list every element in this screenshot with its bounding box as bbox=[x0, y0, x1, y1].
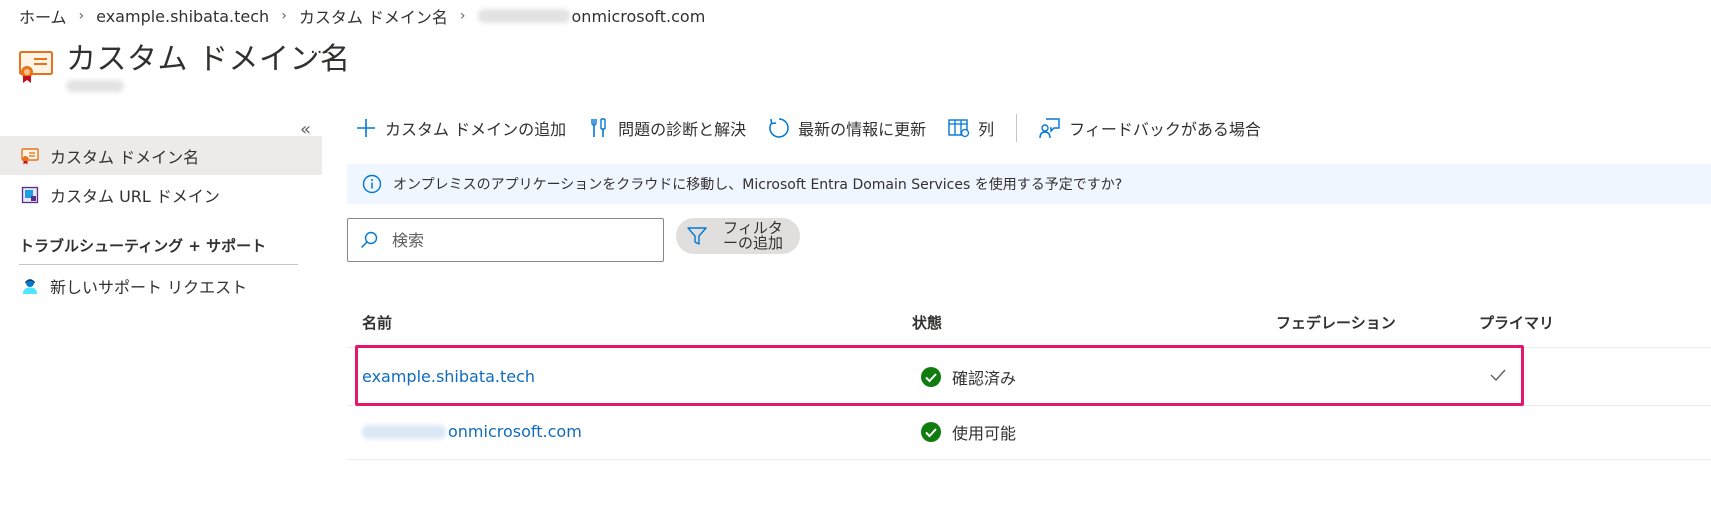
page-title: カスタム ドメイン名 bbox=[66, 42, 351, 77]
status-text: 使用可能 bbox=[952, 424, 1017, 443]
toolbar-divider bbox=[1016, 114, 1018, 142]
info-icon bbox=[361, 173, 383, 195]
domain-name-link[interactable]: onmicrosoft.com bbox=[362, 422, 582, 441]
sidebar-nav-support: 新しいサポート リクエスト bbox=[0, 266, 322, 305]
sidebar-item-new-support-request[interactable]: 新しいサポート リクエスト bbox=[0, 266, 322, 305]
support-person-icon bbox=[20, 276, 40, 296]
sidebar-item-custom-domain-names[interactable]: カスタム ドメイン名 bbox=[0, 136, 322, 175]
command-bar: カスタム ドメインの追加 問題の診断と解決 最新の情報に更新 列 フィードバック… bbox=[355, 110, 1283, 146]
wrench-icon bbox=[588, 117, 610, 139]
redacted-text bbox=[477, 9, 570, 23]
more-options-button[interactable]: ··· bbox=[310, 42, 330, 63]
breadcrumb-domain[interactable]: example.shibata.tech bbox=[96, 7, 269, 26]
certificate-icon bbox=[20, 146, 40, 166]
add-custom-domain-label: カスタム ドメインの追加 bbox=[385, 120, 567, 139]
table-row-divider bbox=[347, 459, 1711, 460]
search-icon bbox=[360, 231, 378, 249]
breadcrumb-separator-icon: › bbox=[78, 8, 85, 24]
sidebar-nav: カスタム ドメイン名 カスタム URL ドメイン bbox=[0, 136, 322, 214]
sidebar-item-label: カスタム ドメイン名 bbox=[50, 147, 200, 167]
column-header-status[interactable]: 状態 bbox=[912, 312, 942, 333]
redacted-subtitle bbox=[66, 80, 124, 92]
sidebar-item-label: 新しいサポート リクエスト bbox=[50, 277, 248, 297]
sidebar-section-troubleshooting: トラブルシューティング + サポート bbox=[19, 237, 267, 255]
add-custom-domain-button[interactable]: カスタム ドメインの追加 bbox=[355, 116, 566, 140]
breadcrumb-separator-icon: › bbox=[459, 8, 466, 24]
feedback-button[interactable]: フィードバックがある場合 bbox=[1039, 116, 1261, 140]
refresh-button[interactable]: 最新の情報に更新 bbox=[768, 116, 926, 140]
domain-name-suffix: onmicrosoft.com bbox=[448, 422, 582, 441]
columns-icon bbox=[948, 117, 970, 139]
column-header-name[interactable]: 名前 bbox=[362, 312, 392, 333]
url-domain-icon bbox=[20, 185, 40, 205]
info-banner-text: オンプレミスのアプリケーションをクラウドに移動し、Microsoft Entra… bbox=[393, 177, 1123, 193]
filter-icon bbox=[686, 225, 708, 247]
breadcrumb-custom-domain-names[interactable]: カスタム ドメイン名 bbox=[299, 4, 448, 28]
redacted-text bbox=[362, 424, 446, 439]
column-header-federation[interactable]: フェデレーション bbox=[1276, 312, 1396, 333]
sidebar-item-custom-url-domain[interactable]: カスタム URL ドメイン bbox=[0, 175, 322, 214]
breadcrumb-tenant[interactable]: onmicrosoft.com bbox=[477, 6, 706, 26]
diagnose-solve-button[interactable]: 問題の診断と解決 bbox=[588, 116, 746, 140]
table-row-divider bbox=[347, 405, 1711, 406]
breadcrumb-tenant-suffix: onmicrosoft.com bbox=[571, 6, 706, 26]
feedback-label: フィードバックがある場合 bbox=[1069, 120, 1261, 139]
sidebar-item-label: カスタム URL ドメイン bbox=[50, 186, 220, 206]
column-header-primary[interactable]: プライマリ bbox=[1479, 312, 1554, 333]
add-filter-label-line2: ーの追加 bbox=[722, 234, 783, 252]
add-filter-label: フィルタ ーの追加 bbox=[716, 221, 790, 251]
primary-check-icon bbox=[1488, 365, 1508, 385]
status-cell: 確認済み bbox=[920, 365, 1016, 389]
status-text: 確認済み bbox=[952, 369, 1017, 388]
breadcrumb-separator-icon: › bbox=[281, 8, 287, 24]
success-check-icon bbox=[920, 366, 942, 388]
table-header-divider bbox=[347, 347, 1711, 348]
certificate-icon bbox=[18, 48, 54, 84]
breadcrumb: ホーム › example.shibata.tech › カスタム ドメイン名 … bbox=[19, 4, 705, 28]
search-box[interactable] bbox=[347, 218, 664, 262]
breadcrumb-home[interactable]: ホーム bbox=[19, 4, 67, 28]
diagnose-solve-label: 問題の診断と解決 bbox=[618, 120, 747, 139]
feedback-icon bbox=[1039, 117, 1061, 139]
success-check-icon bbox=[920, 421, 942, 443]
columns-label: 列 bbox=[978, 120, 995, 139]
refresh-label: 最新の情報に更新 bbox=[798, 120, 927, 139]
refresh-icon bbox=[768, 117, 790, 139]
plus-icon bbox=[355, 117, 377, 139]
columns-button[interactable]: 列 bbox=[948, 116, 994, 140]
sidebar-divider bbox=[19, 264, 298, 265]
domain-name-link[interactable]: example.shibata.tech bbox=[362, 367, 535, 386]
add-filter-button[interactable]: フィルタ ーの追加 bbox=[676, 218, 800, 254]
search-input[interactable] bbox=[392, 230, 642, 250]
info-banner[interactable]: オンプレミスのアプリケーションをクラウドに移動し、Microsoft Entra… bbox=[347, 164, 1711, 204]
status-cell: 使用可能 bbox=[920, 420, 1016, 444]
